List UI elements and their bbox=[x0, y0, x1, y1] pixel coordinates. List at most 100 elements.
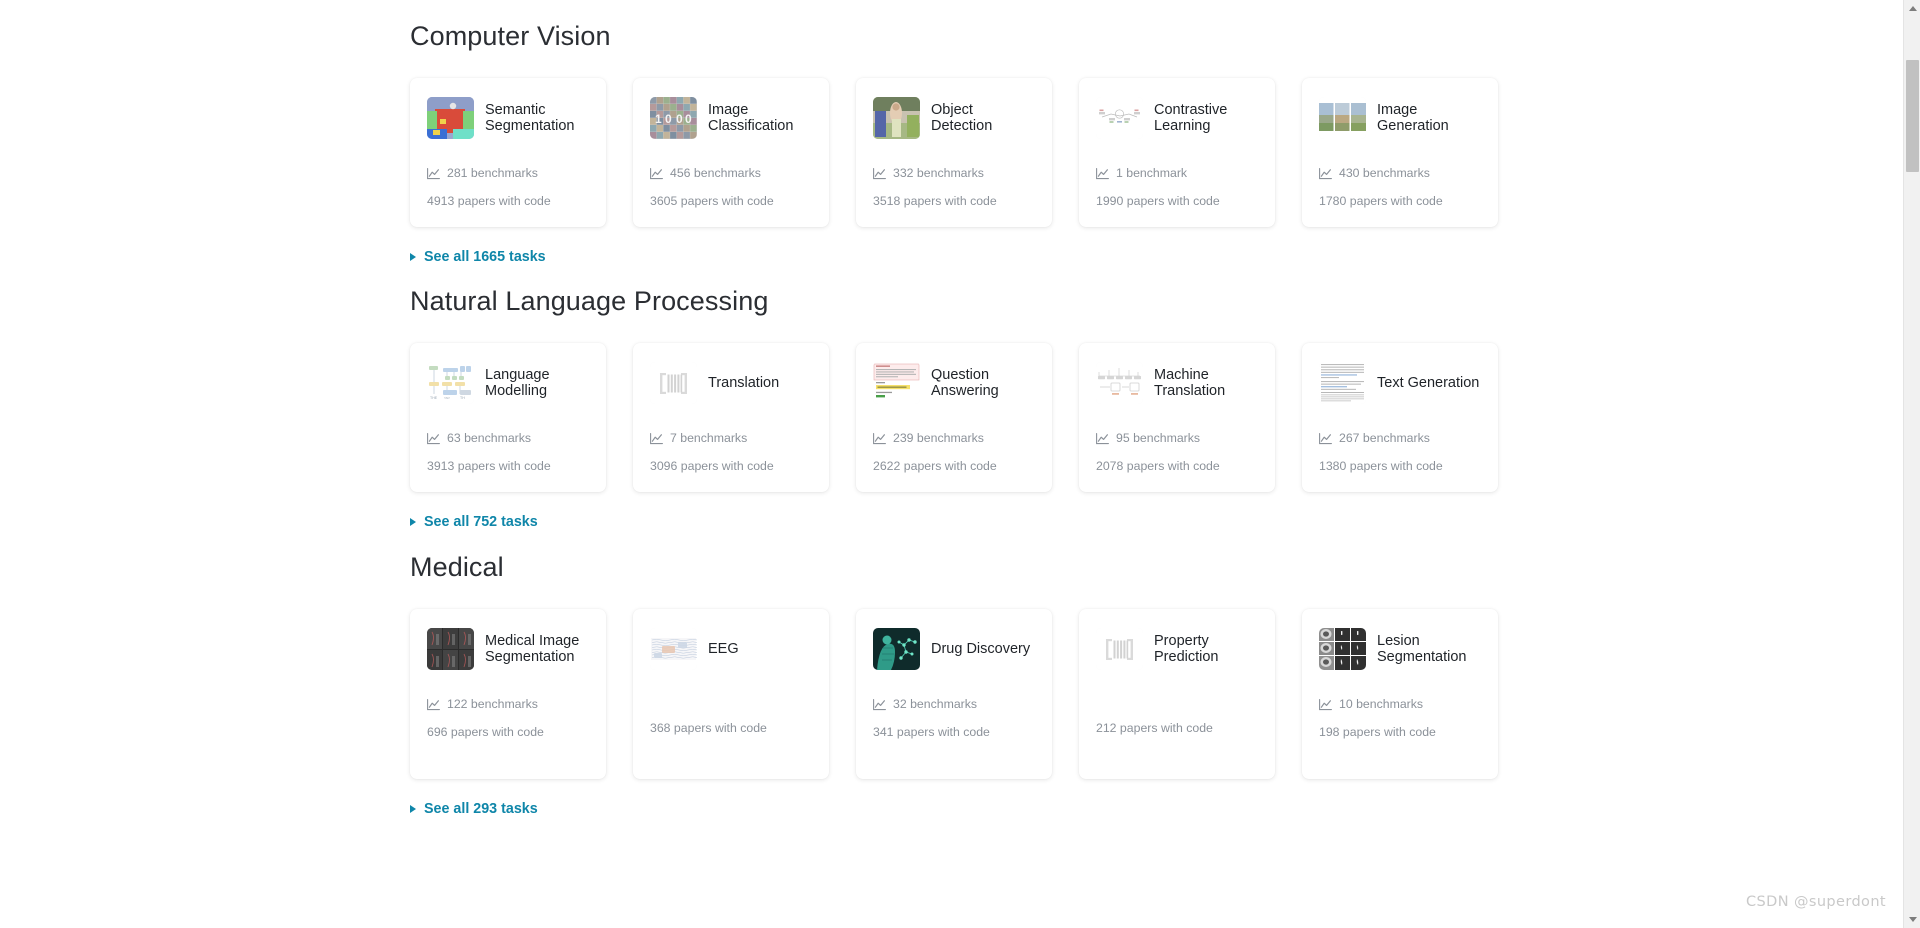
task-section: Natural Language Processing THE <s> TH Lan… bbox=[410, 285, 1520, 531]
task-card-row: Medical Image Segmentation 122 benchmark… bbox=[410, 609, 1520, 780]
task-card-title: Semantic Segmentation bbox=[485, 102, 575, 135]
task-card-stats: 332 benchmarks 3518 papers with code bbox=[873, 166, 1035, 209]
benchmark-count-label: 95 benchmarks bbox=[1116, 431, 1201, 446]
benchmark-count: 1 benchmark bbox=[1096, 166, 1258, 181]
chart-line-icon bbox=[1319, 167, 1332, 180]
svg-text:0: 0 bbox=[685, 112, 692, 126]
object-detection-thumbnail bbox=[873, 97, 920, 140]
task-section: Computer Vision Semantic Segmentation 28… bbox=[410, 20, 1520, 266]
task-card[interactable]: Medical Image Segmentation 122 benchmark… bbox=[410, 609, 606, 780]
image-classification-thumbnail: 1000 bbox=[650, 97, 697, 140]
text-generation-thumbnail bbox=[1319, 362, 1366, 405]
papers-count-label: 2622 papers with code bbox=[873, 459, 997, 474]
scrollbar-thumb[interactable] bbox=[1906, 60, 1919, 172]
papers-count: 3096 papers with code bbox=[650, 459, 812, 474]
papers-count: 212 papers with code bbox=[1096, 721, 1258, 736]
task-card-header: Translation bbox=[650, 359, 812, 407]
papers-count: 2622 papers with code bbox=[873, 459, 1035, 474]
benchmark-count: 239 benchmarks bbox=[873, 431, 1035, 446]
task-card[interactable]: Drug Discovery 32 benchmarks 341 papers w… bbox=[856, 609, 1052, 780]
papers-count-label: 3096 papers with code bbox=[650, 459, 774, 474]
task-card-stats: 430 benchmarks 1780 papers with code bbox=[1319, 166, 1481, 209]
section-title: Natural Language Processing bbox=[410, 286, 769, 316]
task-card[interactable]: Object Detection 332 benchmarks 3518 pape… bbox=[856, 78, 1052, 227]
chart-line-icon bbox=[873, 698, 886, 711]
see-all-tasks-link[interactable]: See all 293 tasks bbox=[410, 801, 538, 817]
papers-count: 368 papers with code bbox=[650, 721, 812, 736]
papers-count-label: 696 papers with code bbox=[427, 725, 544, 740]
contrastive-learning-thumbnail bbox=[1096, 97, 1143, 140]
vertical-scrollbar[interactable] bbox=[1903, 0, 1920, 928]
semantic-segmentation-thumbnail bbox=[427, 97, 474, 140]
chart-line-icon bbox=[1319, 432, 1332, 445]
benchmark-count: 122 benchmarks bbox=[427, 697, 589, 712]
papers-count: 4913 papers with code bbox=[427, 194, 589, 209]
question-answering-thumbnail bbox=[873, 362, 920, 405]
scroll-down-arrow-icon[interactable] bbox=[1904, 911, 1920, 928]
task-card[interactable]: Property Prediction 212 papers with code bbox=[1079, 609, 1275, 780]
language-modelling-thumbnail: THE <s> TH bbox=[427, 362, 474, 405]
task-card[interactable]: Lesion Segmentation 10 benchmarks 198 pap… bbox=[1302, 609, 1498, 780]
section-title: Computer Vision bbox=[410, 21, 611, 51]
task-card-header: Property Prediction bbox=[1096, 625, 1258, 673]
watermark: CSDN @superdont bbox=[1746, 894, 1886, 910]
papers-count-label: 368 papers with code bbox=[650, 721, 767, 736]
chart-line-icon bbox=[427, 698, 440, 711]
task-card-stats: 95 benchmarks 2078 papers with code bbox=[1096, 431, 1258, 474]
benchmark-count: 7 benchmarks bbox=[650, 431, 812, 446]
benchmark-count-label: 10 benchmarks bbox=[1339, 697, 1424, 712]
papers-count: 3913 papers with code bbox=[427, 459, 589, 474]
svg-text:0: 0 bbox=[676, 112, 683, 126]
task-card-stats: 63 benchmarks 3913 papers with code bbox=[427, 431, 589, 474]
task-card-header: 1000 Image Classification bbox=[650, 94, 812, 142]
svg-text:0: 0 bbox=[665, 112, 672, 126]
papers-count-label: 3913 papers with code bbox=[427, 459, 551, 474]
drug-discovery-thumbnail bbox=[873, 628, 920, 671]
benchmark-count-label: 332 benchmarks bbox=[893, 166, 984, 181]
task-card-title: Language Modelling bbox=[485, 367, 550, 400]
task-card-stats: 267 benchmarks 1380 papers with code bbox=[1319, 431, 1481, 474]
task-card-title: EEG bbox=[708, 641, 739, 658]
papers-count-label: 3518 papers with code bbox=[873, 194, 997, 209]
task-card-header: EEG bbox=[650, 625, 812, 673]
task-card[interactable]: THE <s> TH Language Modelling 63 benchmark… bbox=[410, 343, 606, 492]
see-all-tasks-link[interactable]: See all 752 tasks bbox=[410, 514, 538, 530]
task-card-title: Property Prediction bbox=[1154, 633, 1219, 666]
task-card[interactable]: Image Generation 430 benchmarks 1780 pape… bbox=[1302, 78, 1498, 227]
papers-count: 1990 papers with code bbox=[1096, 194, 1258, 209]
task-card[interactable]: Translation 7 benchmarks 3096 papers with… bbox=[633, 343, 829, 492]
property-prediction-thumbnail bbox=[1096, 628, 1143, 671]
benchmark-count: 10 benchmarks bbox=[1319, 697, 1481, 712]
papers-count-label: 1990 papers with code bbox=[1096, 194, 1220, 209]
task-card[interactable]: 1000 Image Classification 456 benchmarks… bbox=[633, 78, 829, 227]
benchmark-count-label: 267 benchmarks bbox=[1339, 431, 1430, 446]
benchmark-count: 281 benchmarks bbox=[427, 166, 589, 181]
scroll-up-arrow-icon[interactable] bbox=[1904, 0, 1920, 17]
task-card-title: Medical Image Segmentation bbox=[485, 633, 580, 666]
translation-thumbnail bbox=[650, 362, 697, 405]
task-card[interactable]: Semantic Segmentation 281 benchmarks 4913… bbox=[410, 78, 606, 227]
task-card-title: Object Detection bbox=[931, 102, 993, 135]
task-card-stats: 368 papers with code bbox=[650, 721, 812, 736]
see-all-tasks-label: See all 293 tasks bbox=[424, 801, 538, 818]
task-card[interactable]: Machine Translation 95 benchmarks 2078 pa… bbox=[1079, 343, 1275, 492]
benchmark-count: 32 benchmarks bbox=[873, 697, 1035, 712]
task-card[interactable]: Question Answering 239 benchmarks 2622 pa… bbox=[856, 343, 1052, 492]
task-card[interactable]: EEG 368 papers with code bbox=[633, 609, 829, 780]
task-card[interactable]: Text Generation 267 benchmarks 1380 paper… bbox=[1302, 343, 1498, 492]
chart-line-icon bbox=[873, 167, 886, 180]
caret-right-icon bbox=[410, 805, 416, 814]
benchmark-count: 63 benchmarks bbox=[427, 431, 589, 446]
task-card-stats: 281 benchmarks 4913 papers with code bbox=[427, 166, 589, 209]
benchmark-count: 332 benchmarks bbox=[873, 166, 1035, 181]
eeg-thumbnail bbox=[650, 628, 697, 671]
see-all-tasks-link[interactable]: See all 1665 tasks bbox=[410, 249, 546, 265]
papers-count-label: 3605 papers with code bbox=[650, 194, 774, 209]
task-card-stats: 212 papers with code bbox=[1096, 721, 1258, 736]
papers-count: 341 papers with code bbox=[873, 725, 1035, 740]
svg-text:<s>: <s> bbox=[444, 396, 450, 400]
papers-count-label: 4913 papers with code bbox=[427, 194, 551, 209]
benchmark-count: 95 benchmarks bbox=[1096, 431, 1258, 446]
svg-text:THE: THE bbox=[430, 396, 438, 400]
task-card[interactable]: Contrastive Learning 1 benchmark 1990 pap… bbox=[1079, 78, 1275, 227]
